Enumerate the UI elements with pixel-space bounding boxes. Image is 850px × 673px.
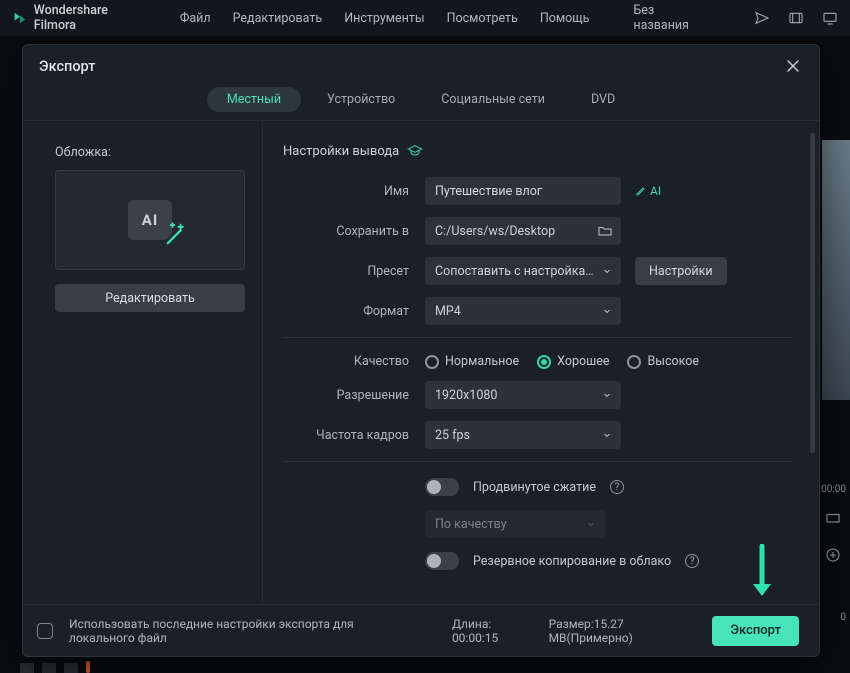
quality-normal-radio[interactable]: Нормальное <box>425 354 519 369</box>
dialog-title: Экспорт <box>39 58 95 75</box>
menu-tools[interactable]: Инструменты <box>344 11 424 26</box>
resolution-value: 1920x1080 <box>435 388 497 403</box>
tab-local[interactable]: Местный <box>207 87 301 112</box>
preset-select[interactable]: Сопоставить с настройками проекта <box>425 257 621 285</box>
dialog-footer: Использовать последние настройки экспорт… <box>23 604 819 656</box>
edit-thumbnail-button[interactable]: Редактировать <box>55 284 245 312</box>
advanced-compression-toggle[interactable] <box>425 478 459 496</box>
quality-label: Качество <box>283 354 425 369</box>
compression-mode-select: По качеству <box>425 510 605 538</box>
ai-name-button[interactable]: AI <box>635 184 661 198</box>
save-path-field[interactable]: C:/Users/ws/Desktop <box>425 217 621 245</box>
graduation-cap-icon[interactable] <box>407 143 423 159</box>
chevron-down-icon <box>601 265 613 277</box>
cloud-backup-label: Резервное копирование в облако <box>473 554 671 569</box>
chevron-down-icon <box>601 305 613 317</box>
preview-side-tools <box>824 510 842 582</box>
resolution-label: Разрешение <box>283 388 425 403</box>
export-button[interactable]: Экспорт <box>712 616 799 646</box>
output-settings-pane: Настройки вывода Имя AI Сохранить в C:/U… <box>263 121 819 604</box>
preset-label: Пресет <box>283 264 425 279</box>
close-icon[interactable] <box>783 56 803 76</box>
fps-label: Частота кадров <box>283 428 425 443</box>
save-path-value: C:/Users/ws/Desktop <box>435 224 597 239</box>
name-label: Имя <box>283 184 425 199</box>
timeline-time-2: 0 <box>840 612 846 623</box>
app-logo: Wondershare Filmora <box>12 3 152 33</box>
magic-wand-icon <box>162 221 190 249</box>
thumbnail-pane: Обложка: AI Редактировать <box>23 121 263 604</box>
format-value: MP4 <box>435 304 461 319</box>
export-dialog: Экспорт Местный Устройство Социальные се… <box>22 44 820 657</box>
help-icon[interactable]: ? <box>685 554 699 568</box>
menu-edit[interactable]: Редактировать <box>233 11 323 26</box>
app-name: Wondershare Filmora <box>34 3 152 33</box>
length-readout: Длина: 00:00:15 <box>452 617 533 645</box>
monitor-icon[interactable] <box>822 10 838 26</box>
send-icon[interactable] <box>754 10 770 26</box>
library-icon[interactable] <box>788 10 804 26</box>
filmora-logo-icon <box>12 10 28 26</box>
menu-view[interactable]: Посмотреть <box>447 11 518 26</box>
tab-social[interactable]: Социальные сети <box>421 87 565 112</box>
timeline-time-1: :00:00 <box>819 484 846 495</box>
add-icon[interactable] <box>824 546 842 564</box>
export-tabs: Местный Устройство Социальные сети DVD <box>23 87 819 120</box>
cloud-backup-toggle[interactable] <box>425 552 459 570</box>
playhead-icon[interactable] <box>86 661 90 673</box>
output-settings-heading: Настройки вывода <box>283 143 793 159</box>
name-input[interactable] <box>425 177 621 205</box>
thumbnail-label: Обложка: <box>55 145 242 160</box>
help-icon[interactable]: ? <box>610 480 624 494</box>
compression-mode-value: По качеству <box>435 517 507 532</box>
fps-select[interactable]: 25 fps <box>425 421 621 449</box>
fps-value: 25 fps <box>435 428 470 443</box>
format-select[interactable]: MP4 <box>425 297 621 325</box>
size-readout: Размер:15.27 MB(Примерно) <box>549 617 697 645</box>
app-menubar: Wondershare Filmora Файл Редактировать И… <box>0 0 850 36</box>
tab-device[interactable]: Устройство <box>307 87 415 112</box>
use-last-settings-checkbox[interactable] <box>37 623 53 639</box>
project-title: Без названия <box>633 3 712 33</box>
resolution-select[interactable]: 1920x1080 <box>425 381 621 409</box>
menu-help[interactable]: Помощь <box>540 11 590 26</box>
quality-good-radio[interactable]: Хорошее <box>537 354 609 369</box>
menu-file[interactable]: Файл <box>180 11 211 26</box>
preset-value: Сопоставить с настройками проекта <box>435 264 595 279</box>
save-to-label: Сохранить в <box>283 224 425 239</box>
pencil-icon <box>635 185 647 197</box>
timeline-strip <box>20 661 220 673</box>
scrollbar-thumb[interactable] <box>810 133 815 453</box>
advanced-compression-label: Продвинутое сжатие <box>473 480 596 495</box>
thumbnail-preview[interactable]: AI <box>55 170 245 270</box>
chevron-down-icon <box>601 389 613 401</box>
chevron-down-icon <box>585 518 597 530</box>
tab-dvd[interactable]: DVD <box>571 87 635 112</box>
chevron-down-icon <box>601 429 613 441</box>
preview-panel-strip <box>822 140 850 400</box>
quality-high-radio[interactable]: Высокое <box>627 354 699 369</box>
preset-settings-button[interactable]: Настройки <box>635 257 727 285</box>
use-last-settings-label: Использовать последние настройки экспорт… <box>69 617 420 645</box>
monitor-small-icon[interactable] <box>824 510 842 528</box>
folder-icon[interactable] <box>597 223 613 239</box>
format-label: Формат <box>283 304 425 319</box>
